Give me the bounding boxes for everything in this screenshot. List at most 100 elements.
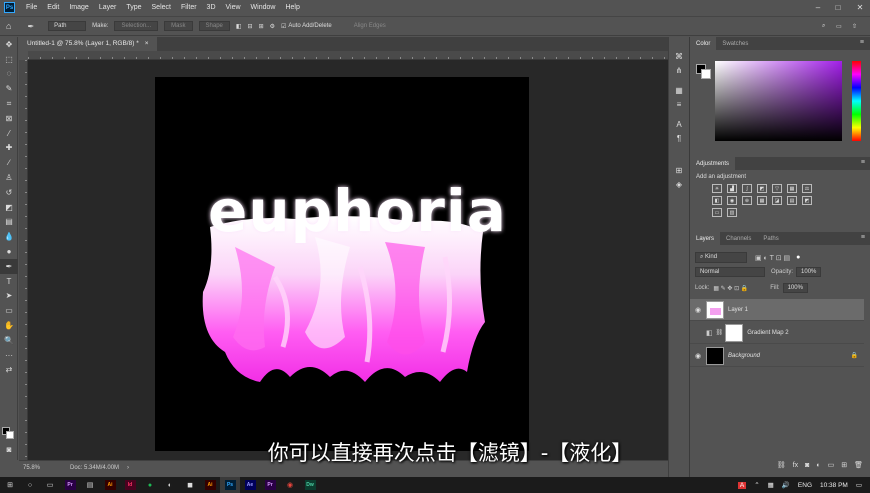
mask-button[interactable]: Mask (164, 21, 193, 31)
move-tool-icon[interactable]: ✥ (0, 37, 18, 52)
crop-tool-icon[interactable]: ⌗ (0, 96, 18, 111)
workspace-icon[interactable]: ▭ (836, 23, 842, 30)
curves-icon[interactable]: ∫ (742, 184, 752, 193)
file-explorer-icon[interactable]: ▤ (80, 477, 100, 493)
gradient-map-icon[interactable]: ▭ (712, 208, 722, 217)
tab-adjustments[interactable]: Adjustments (690, 157, 736, 170)
lock-icons[interactable]: ▦ ✎ ✥ ⊡ 🔒 (713, 285, 748, 292)
hue-saturation-icon[interactable]: ▦ (787, 184, 797, 193)
dodge-tool-icon[interactable]: ● (0, 244, 18, 259)
visibility-eye-icon[interactable]: ◉ (690, 306, 706, 314)
layer-name[interactable]: Gradient Map 2 (747, 330, 788, 336)
search-icon[interactable]: ⌕ (822, 23, 825, 30)
menu-view[interactable]: View (221, 4, 246, 11)
premiere-icon[interactable]: Pr (260, 477, 280, 493)
menu-file[interactable]: File (21, 4, 42, 11)
tab-swatches[interactable]: Swatches (716, 37, 754, 50)
pen-tool-icon-active[interactable]: ✒ (0, 258, 18, 274)
chrome-icon[interactable]: ◉ (280, 477, 300, 493)
menu-window[interactable]: Window (246, 4, 281, 11)
notifications-icon[interactable]: ▭ (856, 481, 862, 489)
channel-mixer-icon[interactable]: ⊕ (742, 196, 752, 205)
photo-filter-icon[interactable]: ◉ (727, 196, 737, 205)
volume-icon[interactable]: 🔊 (782, 481, 790, 489)
illustrator-icon[interactable]: Ai (200, 477, 220, 493)
paragraph-panel-icon[interactable]: ¶ (669, 131, 689, 145)
lasso-tool-icon[interactable]: ◌ (0, 67, 18, 82)
filter-icons[interactable]: ▣ ◐ T ⊡ ▤ (755, 254, 790, 262)
tab-color[interactable]: Color (690, 37, 717, 50)
link-icon[interactable]: ⛓ (716, 329, 724, 336)
layer-mask-thumbnail[interactable] (725, 323, 744, 342)
kind-filter-select[interactable]: ⌕ Kind (695, 252, 747, 263)
pen-tool-icon[interactable]: ✒ (27, 22, 34, 31)
menu-help[interactable]: Help (280, 4, 304, 11)
rectangle-tool-icon[interactable]: ▭ (0, 303, 18, 318)
path-operations-icon[interactable]: ◧ (236, 23, 242, 30)
photoshop-taskbar-icon[interactable]: Ps (220, 477, 240, 493)
auto-add-checkbox[interactable]: ☑ (281, 23, 286, 30)
color-lookup-icon[interactable]: ▦ (757, 196, 767, 205)
app-icon[interactable]: ◼ (180, 477, 200, 493)
menu-filter[interactable]: Filter (176, 4, 202, 11)
eyedropper-tool-icon[interactable]: ⁄ (0, 126, 18, 141)
canvas-workspace[interactable]: euphoria (28, 60, 687, 460)
network-icon[interactable]: ▦ (768, 481, 774, 489)
adjustments-menu-icon[interactable]: ≡ (861, 159, 865, 166)
share-icon[interactable]: ⇧ (852, 23, 857, 30)
align-edges-label[interactable]: Align Edges (354, 23, 386, 29)
path-arrangement-icon[interactable]: ⊞ (259, 23, 264, 30)
selection-button[interactable]: Selection... (114, 21, 159, 31)
character-panel-icon[interactable]: A (669, 117, 689, 131)
menu-image[interactable]: Image (64, 4, 93, 11)
document-tab[interactable]: Untitled-1 @ 75.8% (Layer 1, RGB/8) * × (19, 37, 157, 51)
illustrator-icon[interactable]: Ai (100, 477, 120, 493)
history-brush-icon[interactable]: ↺ (0, 185, 18, 200)
path-mode-select[interactable]: Path (48, 21, 87, 31)
hand-tool-icon[interactable]: ✋ (0, 318, 18, 333)
minimize-icon[interactable]: – (808, 0, 828, 15)
color-balance-icon[interactable]: ⚖ (802, 184, 812, 193)
clone-stamp-icon[interactable]: ♙ (0, 170, 18, 185)
history-panel-icon[interactable]: ⌘ (669, 49, 689, 63)
tab-paths[interactable]: Paths (757, 232, 784, 245)
black-white-icon[interactable]: ◧ (712, 196, 722, 205)
maximize-icon[interactable]: □ (828, 0, 848, 15)
path-alignment-icon[interactable]: ⊟ (248, 23, 253, 30)
app-icon[interactable]: Dw (300, 477, 320, 493)
layer-name[interactable]: Background (728, 353, 760, 359)
eraser-tool-icon[interactable]: ◩ (0, 200, 18, 215)
menu-3d[interactable]: 3D (202, 4, 221, 11)
document-canvas[interactable]: euphoria (155, 77, 529, 451)
type-tool-icon[interactable]: T (0, 274, 18, 289)
search-taskbar-icon[interactable]: ○ (20, 477, 40, 493)
after-effects-icon[interactable]: Ae (240, 477, 260, 493)
posterize-icon[interactable]: ▤ (787, 196, 797, 205)
task-view-icon[interactable]: ▭ (40, 477, 60, 493)
tab-layers[interactable]: Layers (690, 232, 721, 245)
edit-toolbar-icon[interactable]: ⇄ (0, 363, 18, 378)
color-picker-field[interactable] (715, 61, 842, 141)
navigator-icon[interactable]: ◈ (669, 177, 689, 191)
vibrance-icon[interactable]: ▽ (772, 184, 782, 193)
clock[interactable]: 10:38 PM (820, 482, 848, 489)
home-icon[interactable]: ⌂ (6, 21, 11, 31)
spotify-icon[interactable]: ● (140, 477, 160, 493)
layer-row[interactable]: ◉ Background 🔒 (690, 345, 864, 367)
marquee-tool-icon[interactable]: ⬚ (0, 52, 18, 67)
chevron-up-icon[interactable]: ⌃ (754, 481, 759, 489)
tray-app-icon[interactable]: A (737, 481, 747, 489)
close-tab-icon[interactable]: × (145, 40, 149, 48)
layers-menu-icon[interactable]: ≡ (861, 234, 865, 241)
menu-select[interactable]: Select (147, 4, 176, 11)
frame-tool-icon[interactable]: ⊠ (0, 111, 18, 126)
selective-color-icon[interactable]: ▥ (727, 208, 737, 217)
tab-channels[interactable]: Channels (720, 232, 757, 245)
filter-toggle-icon[interactable]: ● (796, 254, 800, 261)
gradient-tool-icon[interactable]: ▤ (0, 215, 18, 230)
menu-type[interactable]: Type (121, 4, 146, 11)
exposure-icon[interactable]: ◩ (757, 184, 767, 193)
libraries-icon[interactable]: ▦ (669, 83, 689, 97)
premiere-icon[interactable]: Pr (60, 477, 80, 493)
blend-mode-select[interactable]: Normal (695, 267, 765, 277)
